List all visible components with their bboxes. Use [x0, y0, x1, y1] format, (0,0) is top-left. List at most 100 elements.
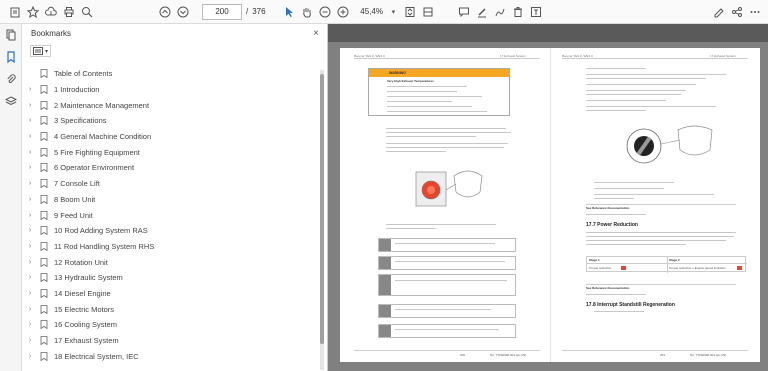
chevron-right-icon[interactable]: › — [24, 102, 36, 109]
chevron-right-icon[interactable]: › — [24, 243, 36, 250]
cloud-upload-icon[interactable] — [42, 3, 60, 21]
bookmark-item[interactable]: › 9 Feed Unit — [22, 207, 318, 223]
chevron-right-icon[interactable]: › — [24, 290, 36, 297]
chevron-right-icon[interactable]: › — [24, 306, 36, 313]
chevron-right-icon[interactable]: › — [24, 196, 36, 203]
document-viewer[interactable]: Boomer XE3 C, WE3 C 17 Exhaust System WA… — [328, 24, 768, 371]
scrollbar-thumb[interactable] — [320, 74, 324, 344]
bookmark-item[interactable]: › 1 Introduction — [22, 82, 318, 98]
bookmark-item[interactable]: › 18 Electrical System, IEC — [22, 348, 318, 364]
scroll-mode-icon[interactable] — [419, 3, 437, 21]
next-page-icon[interactable] — [174, 3, 192, 21]
warning-title: WARNING — [369, 69, 509, 77]
bookmark-icon — [40, 289, 48, 298]
text-line — [586, 78, 706, 80]
bookmark-icon[interactable] — [0, 46, 22, 68]
bookmark-item[interactable]: › 5 Fire Fighting Equipment — [22, 144, 318, 160]
bookmark-icon — [40, 69, 48, 79]
bookmark-item[interactable]: › 13 Hydraulic System — [22, 270, 318, 286]
chevron-right-icon[interactable]: › — [24, 212, 36, 219]
page-number-input[interactable]: 200 — [202, 3, 242, 20]
chevron-right-icon[interactable]: › — [24, 227, 36, 234]
bookmark-item[interactable]: › 3 Specifications — [22, 113, 318, 129]
bookmark-item[interactable]: › 17 Exhaust System — [22, 333, 318, 349]
text-line — [386, 132, 511, 134]
search-icon[interactable] — [78, 3, 96, 21]
text-line — [594, 182, 674, 184]
fit-page-icon[interactable] — [401, 3, 419, 21]
scrollbar[interactable] — [320, 70, 324, 370]
share-icon[interactable] — [728, 3, 746, 21]
chevron-right-icon[interactable]: › — [24, 259, 36, 266]
bookmark-item[interactable]: › 8 Boom Unit — [22, 192, 318, 208]
zoom-in-icon[interactable] — [334, 3, 352, 21]
bookmark-item[interactable]: › 14 Diesel Engine — [22, 286, 318, 302]
layers-icon[interactable] — [0, 90, 22, 112]
text-line — [594, 194, 714, 196]
bookmark-item[interactable]: › 11 Rod Handling System RHS — [22, 239, 318, 255]
print-icon[interactable] — [60, 3, 78, 21]
more-options-icon[interactable] — [746, 3, 764, 21]
zoom-chevron-down-icon[interactable]: ▾ — [392, 8, 396, 16]
bookmark-icon — [40, 210, 48, 220]
bookmark-item[interactable]: › 7 Console Lift — [22, 176, 318, 192]
fill-sign-icon[interactable] — [710, 3, 728, 21]
ignition-key-illustration — [620, 116, 730, 176]
rule — [586, 204, 736, 205]
right-page-number: 201 — [660, 353, 666, 357]
bookmark-item[interactable]: › 6 Operator Environment — [22, 160, 318, 176]
select-cursor-icon[interactable] — [280, 3, 298, 21]
comment-icon[interactable] — [455, 3, 473, 21]
zoom-level[interactable]: 45,4% — [352, 4, 392, 20]
bookmark-icon — [40, 132, 48, 142]
draw-icon[interactable] — [491, 3, 509, 21]
previous-page-edge — [328, 24, 768, 42]
bookmark-item[interactable]: › 4 General Machine Condition — [22, 129, 318, 145]
text-line — [594, 198, 634, 200]
hand-tool-icon[interactable] — [298, 3, 316, 21]
zoom-out-icon[interactable] — [316, 3, 334, 21]
chevron-right-icon[interactable]: › — [24, 180, 36, 187]
bookmark-item[interactable]: Table of Contents — [22, 66, 318, 82]
note-box — [378, 304, 516, 318]
note-box — [378, 256, 516, 270]
bookmark-item[interactable]: › 2 Maintenance Management — [22, 97, 318, 113]
note-box — [378, 324, 516, 338]
bookmark-icon — [40, 147, 48, 157]
bookmark-label: 13 Hydraulic System — [54, 273, 123, 283]
stage-2-value: Torque reduction + Engine speed limitati… — [669, 266, 726, 270]
chevron-right-icon[interactable]: › — [24, 117, 36, 124]
chevron-right-icon[interactable]: › — [24, 164, 36, 171]
bookmark-item[interactable]: › 12 Rotation Unit — [22, 254, 318, 270]
bookmark-item[interactable]: › 10 Rod Adding System RAS — [22, 223, 318, 239]
chevron-right-icon[interactable]: › — [24, 353, 36, 360]
chevron-right-icon[interactable]: › — [24, 149, 36, 156]
bookmark-item[interactable]: › 16 Cooling System — [22, 317, 318, 333]
right-footer-doc: No. TT000000.001 (en-US) — [690, 353, 727, 357]
bookmark-icon — [40, 116, 48, 126]
prev-page-icon[interactable] — [156, 3, 174, 21]
power-reduction-table: Stage 1 Stage 2 Torque reduction Torque … — [586, 256, 747, 273]
pages-thumbnail-icon[interactable] — [0, 24, 22, 46]
bookmark-item[interactable]: › 15 Electric Motors — [22, 301, 318, 317]
text-line — [386, 151, 446, 153]
bookmark-list: Table of Contents › 1 Introduction › 2 Maint… — [22, 66, 318, 364]
home-icon[interactable] — [6, 3, 24, 21]
star-icon[interactable] — [24, 3, 42, 21]
delete-icon[interactable] — [509, 3, 527, 21]
chevron-right-icon[interactable]: › — [24, 337, 36, 344]
bookmark-options-icon[interactable]: ▾ — [30, 45, 52, 57]
highlight-pen-icon[interactable] — [473, 3, 491, 21]
text-line — [586, 214, 646, 216]
chevron-right-icon[interactable]: › — [24, 321, 36, 328]
info-icon — [379, 239, 391, 251]
text-line — [386, 143, 508, 145]
attachment-icon[interactable] — [0, 68, 22, 90]
right-header-rule — [562, 58, 748, 59]
chevron-right-icon[interactable]: › — [24, 274, 36, 281]
chevron-right-icon[interactable]: › — [24, 86, 36, 93]
close-icon[interactable]: × — [313, 28, 319, 39]
bookmark-icon — [40, 242, 48, 251]
text-box-icon[interactable] — [527, 3, 545, 21]
chevron-right-icon[interactable]: › — [24, 133, 36, 140]
